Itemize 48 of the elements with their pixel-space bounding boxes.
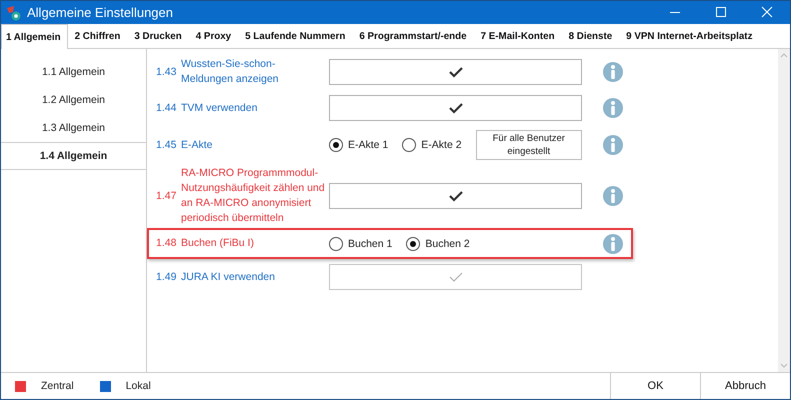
sidebar-item[interactable]: 1.4 Allgemein (1, 142, 146, 170)
info-icon[interactable] (603, 62, 623, 82)
tab[interactable]: 2 Chiffren (68, 24, 128, 48)
radio-button[interactable]: E-Akte 2 (402, 138, 462, 152)
radio-icon (402, 138, 416, 152)
apply-button[interactable]: Für alle Benutzer eingestellt (476, 130, 582, 160)
info-icon[interactable] (603, 98, 623, 118)
setting-number: 1.49 (156, 270, 178, 284)
tab[interactable]: 8 Dienste (562, 24, 620, 48)
legend-label: Lokal (126, 380, 151, 392)
tab[interactable]: 1 Allgemein (1, 24, 68, 49)
tab[interactable]: 6 Programmstart/-ende (352, 24, 474, 48)
radio-button[interactable]: E-Akte 1 (329, 138, 388, 152)
sidebar-item[interactable]: 1.1 Allgemein (1, 58, 146, 86)
scrollbar[interactable] (778, 49, 790, 372)
scroll-down-icon[interactable] (780, 363, 788, 368)
radio-button[interactable]: Buchen 1 (329, 236, 392, 250)
setting-label: JURA KI verwenden (181, 270, 276, 284)
tab[interactable]: 9 VPN Internet-Arbeitsplatz (619, 24, 760, 48)
radio-icon (329, 138, 343, 152)
info-icon[interactable] (603, 234, 623, 254)
sidebar-item[interactable]: 1.2 Allgemein (1, 86, 146, 114)
setting-number: 1.44 (156, 100, 178, 116)
setting-number: 1.45 (156, 138, 178, 152)
radio-icon (329, 236, 343, 250)
tab[interactable]: 4 Proxy (188, 24, 238, 48)
tab[interactable]: 5 Laufende Nummern (238, 24, 352, 48)
setting-number: 1.43 (156, 64, 178, 80)
checkbox[interactable] (329, 183, 582, 209)
window-title: Allgemeine Einstellungen (27, 5, 173, 20)
radio-icon (406, 236, 420, 250)
setting-label: Buchen (FiBu I) (181, 236, 255, 251)
info-icon[interactable] (603, 186, 623, 206)
checkbox[interactable] (329, 59, 582, 85)
tab[interactable]: 7 E-Mail-Konten (474, 24, 562, 48)
sidebar-item[interactable]: 1.3 Allgemein (1, 114, 146, 142)
setting-label: TVM verwenden (181, 100, 258, 116)
tab[interactable]: 3 Drucken (127, 24, 189, 48)
info-icon[interactable] (603, 135, 623, 155)
setting-number: 1.47 (156, 188, 178, 204)
scroll-up-icon[interactable] (780, 53, 788, 58)
setting-label: Wussten-Sie-schon-Meldungen anzeigen (181, 57, 280, 87)
setting-label: RA-MICRO Programmmodul-Nutzungshäufigkeit zählen und an RA-MICRO anonymisiert periodisch übermitteln (181, 166, 326, 226)
legend-label: Zentral (41, 380, 74, 392)
setting-label: E-Akte (181, 138, 214, 152)
checkbox[interactable] (329, 95, 582, 121)
setting-number: 1.48 (156, 236, 178, 251)
radio-button[interactable]: Buchen 2 (406, 236, 470, 250)
